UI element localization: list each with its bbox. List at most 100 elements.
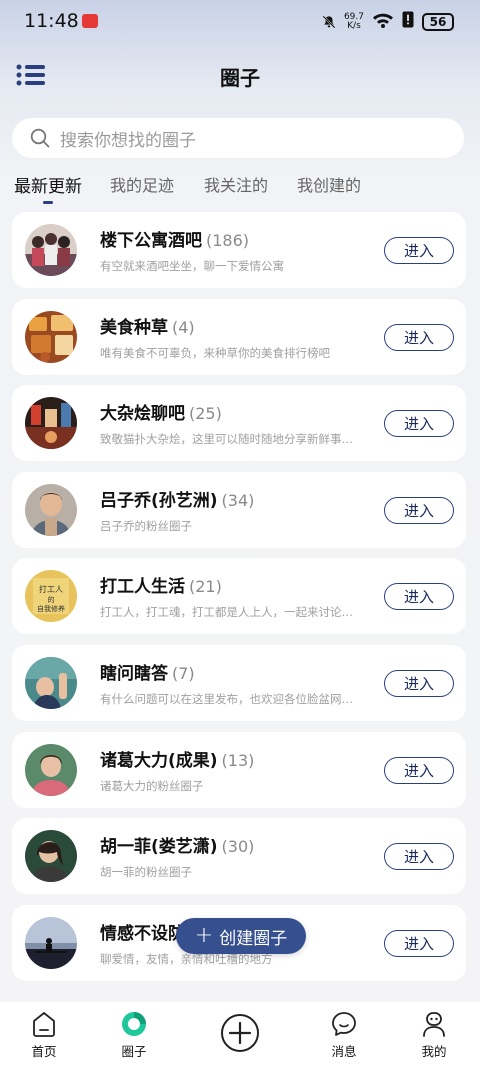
circle-description: 有空就来酒吧坐坐，聊一下爱情公寓 [100,259,284,273]
home-icon [33,1012,55,1037]
notification-app-icon [82,14,98,28]
circle-name: 大杂烩聊吧 [100,404,185,425]
nav-home-label: 首页 [31,1044,57,1059]
circle-avatar [25,830,77,883]
message-icon [332,1012,356,1036]
tab-following[interactable]: 我关注的 [204,172,268,196]
nav-circle-label: 圈子 [121,1044,147,1059]
circle-avatar [25,483,77,536]
create-circle-button[interactable]: + 创建圈子 [176,918,306,954]
add-circle-icon [221,1014,259,1052]
net-speed: 69.7 K/s [344,12,364,31]
bottom-nav: 首页 圈子 消息 我的 [0,1002,480,1066]
member-count: (13) [221,750,255,770]
status-time: 11:48 [24,10,79,32]
create-circle-label: 创建圈子 [219,928,288,949]
tab-footprints[interactable]: 我的足迹 [110,172,174,196]
circle-title-row: 打工人生活 (21) [100,572,222,597]
enter-button[interactable]: 进入 [384,843,454,871]
nav-circle[interactable]: 圈子 [104,1010,164,1060]
circle-description: 打工人，打工魂，打工都是人上人，一起来讨论… [100,605,353,620]
enter-button[interactable]: 进入 [384,756,454,784]
circle-card[interactable]: 吕子乔(孙艺洲) (34) 吕子乔的粉丝圈子 进入 [12,471,466,548]
circle-list: 楼下公寓酒吧 (186) 有空就来酒吧坐坐，聊一下爱情公寓 进入 美食种草 (4) … [12,212,466,991]
status-icons: 69.7 K/s 56 [322,11,454,32]
circle-description: 有什么问题可以在这里发布，也欢迎各位脸盆网… [100,691,353,706]
nav-home[interactable]: 首页 [14,1010,74,1060]
wifi-icon [372,12,394,32]
sim-alert-icon [402,11,414,32]
enter-button[interactable]: 进入 [384,496,454,524]
circle-avatar [25,397,77,450]
nav-messages[interactable]: 消息 [314,1010,374,1060]
circle-tab-icon [122,1012,146,1036]
enter-button[interactable]: 进入 [384,669,454,697]
circle-card[interactable]: 胡一菲(娄艺潇) (30) 胡一菲的粉丝圈子 进入 [12,818,466,895]
circle-card[interactable]: 大杂烩聊吧 (25) 致敬猫扑大杂烩，这里可以随时随地分享新鲜事… 进入 [12,385,466,462]
member-count: (186) [206,231,250,250]
circle-name: 胡一菲(娄艺潇) [100,837,218,858]
circle-description: 致敬猫扑大杂烩，这里可以随时随地分享新鲜事… [100,432,353,447]
enter-button[interactable]: 进入 [384,929,454,957]
profile-icon [423,1012,445,1037]
circle-title-row: 诸葛大力(成果) (13) [100,746,254,771]
tab-created[interactable]: 我创建的 [297,172,361,196]
plus-icon: + [194,923,214,948]
circle-title-row: 胡一菲(娄艺潇) (30) [100,832,254,857]
search-placeholder: 搜索你想找的圈子 [60,130,196,151]
page-title: 圈子 [220,66,260,90]
circle-card[interactable]: 美食种草 (4) 唯有美食不可辜负，来种草你的美食排行榜吧 进入 [12,298,466,375]
circle-name: 吕子乔(孙艺洲) [100,490,218,511]
search-input[interactable]: 搜索你想找的圈子 [12,118,464,158]
enter-button[interactable]: 进入 [384,237,454,264]
circle-card[interactable]: 打工人的自我修养 打工人生活 (21) 打工人，打工魂，打工都是人上人，一起来讨论… [12,558,466,635]
circle-avatar [25,743,77,796]
circle-title-row: 大杂烩聊吧 (25) [100,399,222,424]
circle-name: 情感不设防 [100,923,185,944]
tab-latest[interactable]: 最新更新 [14,172,82,197]
circle-title-row: 美食种草 (4) [100,313,195,338]
circle-card[interactable]: 楼下公寓酒吧 (186) 有空就来酒吧坐坐，聊一下爱情公寓 进入 [12,212,466,288]
circle-avatar [25,310,77,363]
circle-description: 吕子乔的粉丝圈子 [100,518,192,533]
circle-description: 胡一菲的粉丝圈子 [100,865,192,880]
enter-button[interactable]: 进入 [384,323,454,351]
circle-name: 瞎问瞎答 [100,663,168,684]
svg-text:自我修养: 自我修养 [37,604,65,613]
member-count: (4) [172,317,195,337]
enter-button[interactable]: 进入 [384,410,454,438]
circle-name: 打工人生活 [100,577,185,598]
mute-bell-icon [322,14,336,30]
circle-name: 诸葛大力(成果) [100,750,218,771]
circle-card[interactable]: 诸葛大力(成果) (13) 诸葛大力的粉丝圈子 进入 [12,731,466,808]
circle-description: 诸葛大力的粉丝圈子 [100,778,204,793]
member-count: (34) [221,490,255,510]
nav-profile-label: 我的 [421,1044,447,1059]
circle-title-row: 吕子乔(孙艺洲) (34) [100,486,254,511]
svg-text:打工人: 打工人 [39,584,63,594]
member-count: (25) [189,404,222,424]
circle-description: 唯有美食不可辜负，来种草你的美食排行榜吧 [100,345,330,360]
circle-title-row: 楼下公寓酒吧 (186) [100,226,249,251]
status-bar: 11:48 69.7 K/s 56 [0,0,480,44]
nav-messages-label: 消息 [331,1044,357,1059]
circle-avatar: 打工人的自我修养 [25,570,77,623]
member-count: (7) [172,663,195,683]
circle-card[interactable]: 瞎问瞎答 (7) 有什么问题可以在这里发布，也欢迎各位脸盆网… 进入 [12,644,466,721]
enter-button[interactable]: 进入 [384,583,454,611]
search-icon [30,128,50,148]
battery-indicator: 56 [422,12,454,31]
circle-title-row: 瞎问瞎答 (7) [100,659,195,684]
circle-name: 美食种草 [100,317,168,338]
nav-profile[interactable]: 我的 [404,1010,464,1060]
svg-text:的: 的 [48,595,55,604]
member-count: (21) [189,577,222,597]
member-count: (30) [221,837,255,857]
tab-bar: 最新更新 我的足迹 我关注的 我创建的 [0,172,480,208]
circle-avatar [25,656,77,709]
active-tab-indicator [43,201,53,204]
net-speed-unit: K/s [347,20,361,31]
book-cover-image: 打工人的自我修养 [25,570,77,623]
nav-publish[interactable] [220,1013,260,1057]
circle-name: 楼下公寓酒吧 [100,231,202,251]
